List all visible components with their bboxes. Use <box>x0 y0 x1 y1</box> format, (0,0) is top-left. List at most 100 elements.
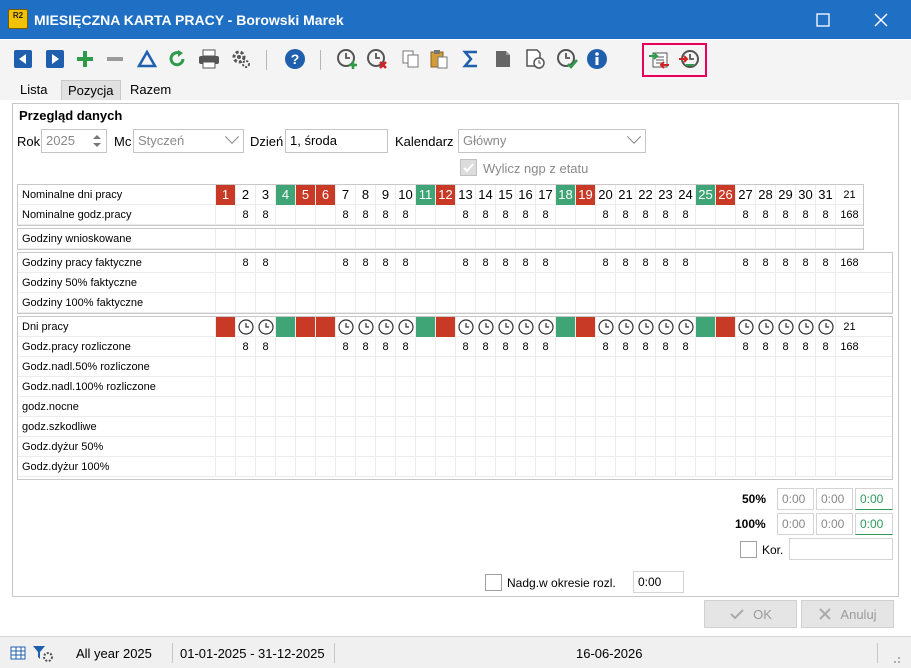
day-cell[interactable] <box>235 293 255 313</box>
day-cell[interactable] <box>515 293 535 313</box>
day-cell[interactable] <box>775 377 795 397</box>
help-button[interactable]: ? <box>284 48 306 70</box>
day-cell[interactable] <box>275 437 295 457</box>
day-cell[interactable] <box>775 397 795 417</box>
day-cell[interactable]: 8 <box>455 337 475 357</box>
day-cell[interactable] <box>615 229 635 249</box>
day-cell[interactable] <box>535 357 555 377</box>
add-button[interactable] <box>74 48 96 70</box>
day-cell[interactable] <box>595 357 615 377</box>
kor-field[interactable] <box>789 538 893 560</box>
day-cell[interactable] <box>695 377 715 397</box>
day-cell[interactable] <box>515 457 535 477</box>
total-cell[interactable] <box>835 457 863 477</box>
day-cell[interactable] <box>755 317 775 337</box>
day-cell[interactable] <box>275 397 295 417</box>
day-cell[interactable] <box>415 229 435 249</box>
day-cell[interactable] <box>275 357 295 377</box>
day-cell[interactable] <box>215 205 235 225</box>
day-cell[interactable] <box>655 417 675 437</box>
day-cell[interactable] <box>675 317 695 337</box>
day-cell[interactable]: 8 <box>795 337 815 357</box>
day-cell[interactable] <box>715 317 735 337</box>
nav-right-button[interactable] <box>44 48 66 70</box>
day-cell[interactable] <box>755 273 775 293</box>
day-cell[interactable] <box>375 417 395 437</box>
cancel-button[interactable]: Anuluj <box>801 600 894 628</box>
day-cell[interactable] <box>515 377 535 397</box>
day-cell[interactable] <box>555 437 575 457</box>
day-cell[interactable]: 8 <box>635 253 655 273</box>
day-cell[interactable] <box>435 205 455 225</box>
day-cell[interactable] <box>755 377 775 397</box>
day-cell[interactable] <box>295 273 315 293</box>
total-cell[interactable]: 21 <box>835 317 863 337</box>
day-cell[interactable] <box>555 293 575 313</box>
day-cell[interactable] <box>495 317 515 337</box>
day-cell[interactable] <box>655 397 675 417</box>
day-cell[interactable] <box>455 317 475 337</box>
day-cell[interactable]: 6 <box>315 185 335 205</box>
day-cell[interactable] <box>495 417 515 437</box>
day-cell[interactable] <box>555 253 575 273</box>
day-cell[interactable] <box>815 437 835 457</box>
day-cell[interactable] <box>595 293 615 313</box>
p50-field-3[interactable]: 0:00 <box>855 488 893 510</box>
day-cell[interactable] <box>495 457 515 477</box>
day-cell[interactable] <box>275 457 295 477</box>
day-cell[interactable] <box>435 397 455 417</box>
day-cell[interactable] <box>475 229 495 249</box>
day-cell[interactable]: 8 <box>335 253 355 273</box>
day-cell[interactable] <box>435 337 455 357</box>
tab-pozycja[interactable]: Pozycja <box>61 80 121 100</box>
remove-button[interactable] <box>104 48 126 70</box>
total-cell[interactable]: 168 <box>835 253 863 273</box>
day-cell[interactable] <box>395 397 415 417</box>
day-cell[interactable] <box>295 417 315 437</box>
day-cell[interactable] <box>715 229 735 249</box>
day-cell[interactable] <box>635 457 655 477</box>
day-cell[interactable]: 9 <box>375 185 395 205</box>
day-cell[interactable]: 3 <box>255 185 275 205</box>
day-cell[interactable] <box>235 417 255 437</box>
day-cell[interactable] <box>275 337 295 357</box>
day-cell[interactable]: 8 <box>355 205 375 225</box>
day-cell[interactable] <box>415 397 435 417</box>
day-cell[interactable] <box>475 417 495 437</box>
day-cell[interactable] <box>235 357 255 377</box>
day-cell[interactable]: 31 <box>815 185 835 205</box>
day-cell[interactable]: 19 <box>575 185 595 205</box>
day-cell[interactable]: 8 <box>635 205 655 225</box>
day-cell[interactable] <box>775 229 795 249</box>
day-cell[interactable] <box>215 437 235 457</box>
day-cell[interactable] <box>415 293 435 313</box>
total-cell[interactable] <box>835 229 863 249</box>
day-cell[interactable] <box>355 457 375 477</box>
day-cell[interactable] <box>375 377 395 397</box>
table-icon[interactable] <box>10 645 26 661</box>
day-cell[interactable] <box>435 253 455 273</box>
day-cell[interactable] <box>395 417 415 437</box>
mc-dropdown[interactable]: Styczeń <box>133 129 244 153</box>
day-cell[interactable] <box>615 317 635 337</box>
day-cell[interactable] <box>255 293 275 313</box>
day-cell[interactable] <box>635 229 655 249</box>
day-cell[interactable] <box>415 417 435 437</box>
p100-field-1[interactable]: 0:00 <box>777 513 814 535</box>
day-cell[interactable] <box>475 357 495 377</box>
day-cell[interactable] <box>735 417 755 437</box>
day-cell[interactable] <box>235 377 255 397</box>
day-cell[interactable] <box>775 293 795 313</box>
day-cell[interactable] <box>615 377 635 397</box>
day-cell[interactable] <box>315 273 335 293</box>
calendar-clock-button[interactable] <box>524 48 546 70</box>
day-cell[interactable] <box>495 397 515 417</box>
p50-field-1[interactable]: 0:00 <box>777 488 814 510</box>
sum-button[interactable] <box>460 48 482 70</box>
day-cell[interactable] <box>635 417 655 437</box>
day-cell[interactable] <box>515 397 535 417</box>
day-cell[interactable] <box>215 293 235 313</box>
day-cell[interactable] <box>615 437 635 457</box>
day-cell[interactable] <box>335 229 355 249</box>
day-cell[interactable]: 18 <box>555 185 575 205</box>
